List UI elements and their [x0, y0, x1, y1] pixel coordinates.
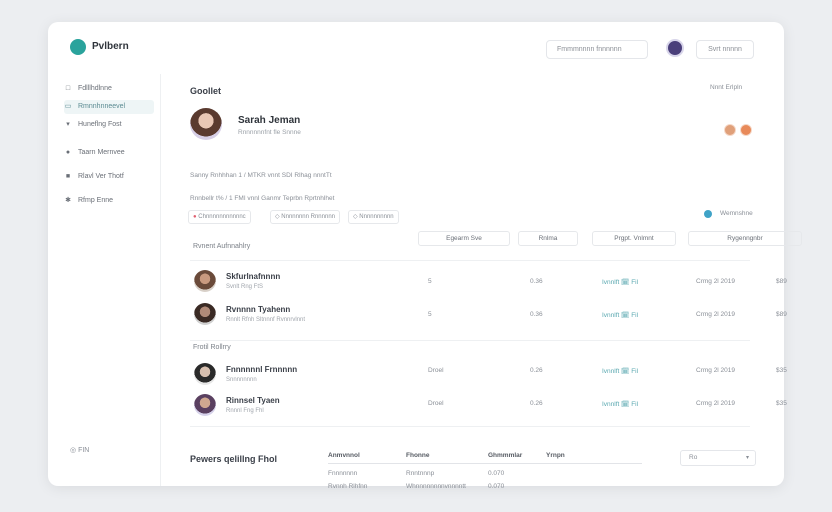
- row-cell: 5: [428, 311, 432, 318]
- bottom-header-3: Ghmmmlar: [488, 452, 523, 459]
- chip-1[interactable]: ● Chnnnnnnnnnnnc: [188, 210, 251, 224]
- sidebar-footer[interactable]: ◎ FIN: [70, 446, 89, 454]
- filter-icon: ▾: [66, 121, 70, 128]
- row-sub: Rnnnl Fng Fhl: [226, 408, 264, 414]
- divider: [328, 463, 642, 464]
- profile-subtitle: Rnnnnnnfnt fle Snnne: [238, 129, 301, 136]
- list-icon: □: [65, 85, 71, 92]
- account-button[interactable]: Svrt nnnnn: [696, 40, 754, 59]
- bottom-cell: 0.070: [488, 470, 505, 477]
- app-name: Pvlbern: [92, 41, 129, 52]
- home-icon: ▭: [64, 103, 72, 110]
- divider: [190, 426, 750, 427]
- row-name[interactable]: Fnnnnnnl Frnnnnn: [226, 365, 297, 374]
- row-link[interactable]: Ivnnlft 🗓 Fil: [602, 367, 638, 375]
- user-icon: ●: [65, 149, 71, 156]
- row-name[interactable]: Rinnsel Tyaen: [226, 396, 280, 405]
- column-header-3[interactable]: Prgpt. Vnlmnt: [592, 231, 676, 246]
- settings-icon: ◎: [70, 447, 79, 454]
- bottom-cell: Whnnnnnnnnvnnnntt: [406, 483, 466, 490]
- group-title-2: Frotil Rollrry: [193, 344, 231, 351]
- row-date: Crmg 2l 2019: [696, 367, 736, 374]
- row-cell: Droel: [428, 400, 444, 407]
- app-logo: [70, 39, 86, 55]
- row-cell: 0.26: [530, 367, 543, 374]
- flag-icon: ■: [65, 173, 71, 180]
- sidebar-item-6[interactable]: ✱ Rfmp Enne: [64, 194, 154, 208]
- profile-meta-2: Rnnbellr t% / 1 FMI vnnl Ganmr Teprbn Rp…: [190, 195, 335, 202]
- row-link[interactable]: Ivnnlft 🗓 Fil: [602, 278, 638, 286]
- row-name[interactable]: Skfurlnafnnnn: [226, 272, 280, 281]
- bottom-header-2: Fhonne: [406, 452, 430, 459]
- row-date: Crmg 2l 2019: [696, 278, 736, 285]
- legend-label: Wemnshne: [720, 210, 753, 217]
- main-content: Goollet Nnnt Erlpln Sarah Jeman Rnnnnnnf…: [160, 74, 802, 490]
- row-date: Crmg 2l 2019: [696, 400, 736, 407]
- user-avatar[interactable]: [666, 39, 684, 57]
- bottom-header-1: Anmvnnol: [328, 452, 360, 459]
- row-name[interactable]: Rvnnnn Tyahenn: [226, 305, 290, 314]
- row-date: Crmg 2l 2019: [696, 311, 736, 318]
- row-cell: 0.36: [530, 311, 543, 318]
- divider: [190, 340, 750, 341]
- row-sub: Svnlt Rng FtS: [226, 284, 264, 290]
- bottom-cell: Fnnnnnnn: [328, 470, 358, 477]
- row-link[interactable]: Ivnnlft 🗓 Fil: [602, 400, 638, 408]
- column-header-1[interactable]: Egearm Sve: [418, 231, 510, 246]
- top-right-label[interactable]: Nnnt Erlpln: [710, 84, 742, 91]
- row-amount: $35: [776, 400, 787, 407]
- mini-avatar-1[interactable]: [724, 124, 736, 136]
- app-window: Pvlbern Fmmmnnnn fnnnnnn Svrt nnnnn □ Fdl…: [48, 22, 802, 490]
- avatar: [194, 363, 216, 385]
- row-link[interactable]: Ivnnlft 🗓 Fil: [602, 311, 638, 319]
- bottom-title: Pewers qelillng Fhol: [190, 454, 278, 464]
- column-header-4[interactable]: Rygenngnbr: [688, 231, 802, 246]
- bottom-cell: Rnntnnnp: [406, 470, 435, 477]
- row-cell: 0.26: [530, 400, 543, 407]
- avatar: [194, 394, 216, 416]
- sidebar-item-2[interactable]: ▭ Rmnnhnneevel: [64, 100, 154, 114]
- row-cell: 0.36: [530, 278, 543, 285]
- legend-dot: [704, 210, 712, 218]
- filter-select[interactable]: Ro ▾: [680, 450, 756, 466]
- avatar: [194, 303, 216, 325]
- sidebar: □ Fdlllhdlnne ▭ Rmnnhnneevel ▾ Huneflng Fos…: [48, 74, 161, 486]
- divider: [190, 260, 750, 261]
- sidebar-item-4[interactable]: ● Taarn Mernvee: [64, 146, 154, 160]
- search-button[interactable]: Fmmmnnnn fnnnnnn: [546, 40, 648, 59]
- row-cell: Droel: [428, 367, 444, 374]
- group-title-1: Rvnent Aufnnahlry: [193, 243, 251, 250]
- row-cell: 5: [428, 278, 432, 285]
- sidebar-item-1[interactable]: □ Fdlllhdlnne: [64, 82, 154, 96]
- gear-icon: ✱: [65, 197, 71, 204]
- profile-name: Sarah Jeman: [238, 115, 301, 126]
- chevron-down-icon: ▾: [745, 455, 749, 461]
- profile-avatar: [190, 108, 222, 140]
- bottom-cell: 0.070: [488, 483, 505, 490]
- profile-meta-1: Sanny Rnhhhan 1 / MTKR vnnt SDI Rlhag nn…: [190, 172, 332, 179]
- column-header-2[interactable]: Rnlma: [518, 231, 578, 246]
- bottom-header-4: Yrnpn: [546, 452, 565, 459]
- section-title: Goollet: [190, 86, 221, 96]
- row-amount: $35: [776, 367, 787, 374]
- top-bar: Pvlbern Fmmmnnnn fnnnnnn Svrt nnnnn: [48, 22, 784, 74]
- row-sub: Snnnnnnnn: [226, 377, 257, 383]
- sidebar-item-3[interactable]: ▾ Huneflng Fost: [64, 118, 154, 132]
- mini-avatar-2[interactable]: [740, 124, 752, 136]
- bottom-cell: Rvnnh Rlhfnn: [328, 483, 368, 490]
- avatar: [194, 270, 216, 292]
- chip-3[interactable]: ◇ Nnnnnnnnnn: [348, 210, 399, 224]
- chip-2[interactable]: ◇ Nnnnnnnn Rnnnnnn: [270, 210, 340, 224]
- row-amount: $89: [776, 311, 787, 318]
- row-sub: Rnnlt Rfnh Sltnnnf Rvnnrvlnnt: [226, 317, 306, 323]
- row-amount: $89: [776, 278, 787, 285]
- sidebar-item-5[interactable]: ■ Rlavl Ver Thotf: [64, 170, 154, 184]
